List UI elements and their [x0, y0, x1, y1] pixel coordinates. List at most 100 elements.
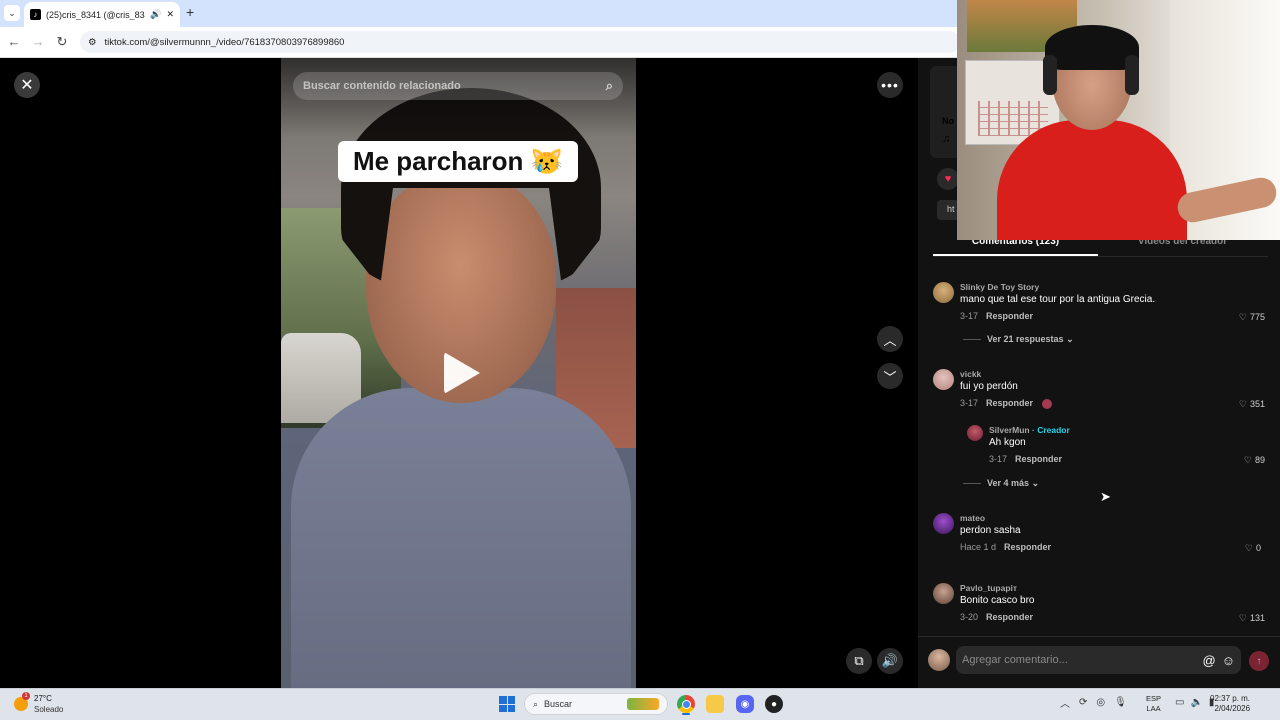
comment-meta: 3-17 Responder — [960, 311, 1033, 321]
divider — [963, 483, 981, 485]
sync-icon[interactable]: ⟳ — [1079, 697, 1087, 708]
avatar[interactable] — [933, 282, 954, 303]
comment-input[interactable]: Agregar comentario... @ ☺ — [956, 646, 1241, 674]
search-icon[interactable]: ⌕ — [606, 78, 613, 94]
tiktok-favicon-icon: ♪ — [30, 9, 41, 20]
comment-like-button[interactable]: ♡ 351 — [1239, 399, 1265, 410]
avatar[interactable] — [933, 513, 954, 534]
avatar[interactable] — [967, 425, 983, 441]
heart-outline-icon: ♡ — [1238, 613, 1247, 623]
creator-info-text: No — [942, 116, 954, 126]
forward-icon[interactable]: → — [30, 34, 46, 49]
comment-text: perdon sasha — [960, 525, 1021, 536]
comment-like-button[interactable]: ♡ 775 — [1239, 312, 1265, 323]
related-search-input[interactable]: Buscar contenido relacionado ⌕ — [293, 72, 623, 100]
view-replies-button[interactable]: Ver 21 respuestas ⌄ — [963, 334, 1074, 345]
language-indicator[interactable]: ESP LAA — [1146, 694, 1161, 714]
avatar[interactable] — [928, 649, 950, 671]
clock-date: 2/04/2026 — [1214, 704, 1251, 713]
tab-close-icon[interactable]: ✕ — [166, 9, 174, 20]
url-field[interactable]: ⚙ tiktok.com/@silvermunnn_/video/7618370… — [80, 31, 960, 53]
clock-time: 02:37 p. m. — [1210, 694, 1251, 703]
send-comment-button[interactable]: ↑ — [1249, 651, 1269, 671]
comment-item: Slinky De Toy Story mano que tal ese tou… — [933, 282, 1273, 342]
headphones-right — [1125, 55, 1139, 95]
comment-placeholder: Agregar comentario... — [962, 654, 1068, 666]
windows-start-icon[interactable] — [499, 696, 515, 712]
network-globe-icon[interactable]: ◎ — [1096, 697, 1105, 708]
back-icon[interactable]: ← — [6, 34, 22, 49]
video-caption-sticker: Me parcharon 😿 — [338, 141, 578, 182]
reply-username[interactable]: SilverMun · Creador — [989, 425, 1070, 435]
file-explorer-icon[interactable] — [706, 695, 724, 713]
clock[interactable]: 02:37 p. m. 2/04/2026 — [1210, 694, 1250, 714]
speaker-icon[interactable]: 🔊 — [150, 9, 161, 20]
comment-username[interactable]: vickk — [960, 369, 981, 379]
lang-line-2: LAA — [1146, 704, 1161, 713]
comment-like-button[interactable]: ♡ 0 — [1245, 543, 1261, 554]
reply-button[interactable]: Responder — [1015, 454, 1062, 464]
taskbar-search[interactable]: ⌕ Buscar — [524, 693, 668, 715]
app-icon[interactable]: ● — [765, 695, 783, 713]
avatar[interactable] — [933, 583, 954, 604]
reply-like-button[interactable]: ♡ 89 — [1244, 455, 1265, 466]
comment-username[interactable]: mateo — [960, 513, 985, 523]
reply-button[interactable]: Responder — [986, 612, 1033, 622]
volume-icon: 🔈 — [1190, 697, 1203, 708]
video-person-shirt — [291, 388, 631, 688]
next-video-icon[interactable]: ﹀ — [877, 363, 903, 389]
comment-username[interactable]: Slinky De Toy Story — [960, 282, 1039, 292]
creator-badge: · Creador — [1032, 425, 1070, 435]
taskbar-search-label: Buscar — [544, 699, 573, 709]
weather-description[interactable]: Soleado — [34, 705, 63, 714]
mention-icon[interactable]: @ — [1203, 653, 1216, 668]
comment-like-button[interactable]: ♡ 131 — [1239, 613, 1265, 624]
chrome-icon[interactable] — [677, 695, 695, 713]
copy-link-field[interactable]: ht — [937, 200, 959, 220]
tray-status-icons[interactable]: ▭ 🔈 ▮ — [1175, 697, 1214, 708]
heart-outline-icon: ♡ — [1238, 399, 1247, 409]
previous-video-icon[interactable]: ︿ — [877, 326, 903, 352]
microphone-icon[interactable]: 🎙 — [1114, 697, 1127, 708]
reply-button[interactable]: Responder — [986, 398, 1033, 408]
like-heart-icon[interactable]: ♥ — [937, 168, 959, 190]
comment-username[interactable]: Pavlo_tupapiт — [960, 583, 1017, 593]
heart-outline-icon: ♡ — [1243, 455, 1252, 465]
search-icon: ⌕ — [533, 698, 539, 709]
emoji-icon[interactable]: ☺ — [1222, 653, 1235, 668]
picture-in-picture-icon[interactable]: ⧉ — [846, 648, 872, 674]
view-more-replies-button[interactable]: Ver 4 más ⌄ — [963, 478, 1039, 489]
tab-search-button[interactable]: ⌄ — [4, 5, 20, 21]
play-icon[interactable] — [444, 352, 480, 394]
reply-button[interactable]: Responder — [986, 311, 1033, 321]
close-icon[interactable]: ✕ — [14, 72, 40, 98]
reload-icon[interactable]: ↻ — [54, 34, 70, 50]
comment-text: Bonito casco bro — [960, 595, 1035, 606]
discord-icon[interactable]: ◉ — [736, 695, 754, 713]
like-count: 351 — [1249, 399, 1265, 409]
more-options-icon[interactable]: ••• — [877, 72, 903, 98]
notification-badge: 1 — [22, 692, 30, 700]
divider — [963, 339, 981, 341]
mouse-cursor-icon: ➤ — [1100, 489, 1111, 504]
comment-item: Pavlo_tupapiт Bonito casco bro 3-20 Respo… — [933, 583, 1273, 633]
tabs-divider — [933, 256, 1268, 257]
like-count: 775 — [1249, 312, 1265, 322]
comment-date: 3-17 — [960, 398, 979, 408]
related-search-placeholder: Buscar contenido relacionado — [303, 80, 461, 92]
reply-button[interactable]: Responder — [1004, 542, 1051, 552]
site-info-icon[interactable]: ⚙ — [88, 37, 97, 48]
search-highlight-image — [627, 698, 659, 710]
browser-tab[interactable]: ♪ (25)cris_8341 (@cris_8341) 🔊 ✕ — [24, 2, 180, 27]
new-tab-button[interactable]: + — [186, 4, 194, 20]
music-note-icon[interactable]: ♫ — [942, 133, 950, 145]
chevron-down-icon: ⌄ — [1031, 478, 1040, 488]
volume-icon[interactable]: 🔊 — [877, 648, 903, 674]
comment-input-icons: @ ☺ — [1203, 653, 1235, 668]
comment-date: 3-20 — [960, 612, 979, 622]
weather-temperature[interactable]: 27°C — [34, 694, 52, 703]
like-count: 89 — [1254, 455, 1265, 465]
lang-line-1: ESP — [1146, 694, 1162, 703]
chevron-up-icon[interactable]: ︿ — [1060, 695, 1070, 710]
avatar[interactable] — [933, 369, 954, 390]
